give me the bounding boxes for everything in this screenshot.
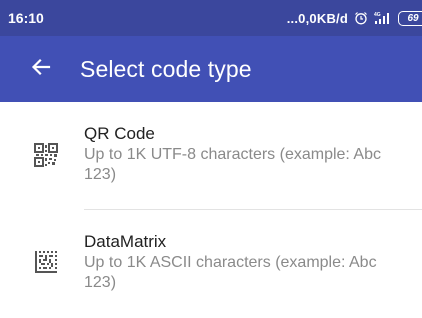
app-bar: Select code type <box>0 36 422 102</box>
battery-icon: 69 <box>398 10 422 26</box>
svg-text:4G: 4G <box>374 12 381 18</box>
status-bar: 16:10 ...0,0KB/d 4G 69 <box>0 0 422 36</box>
list-item-text: QR Code Up to 1K UTF-8 characters (examp… <box>84 124 408 185</box>
back-button[interactable] <box>26 54 56 84</box>
status-time: 16:10 <box>8 10 44 26</box>
list-item-description: Up to 1K UTF-8 characters (example: Abc … <box>84 146 381 183</box>
network-speed: ...0,0KB/d <box>286 10 348 26</box>
list-item-text: DataMatrix Up to 1K ASCII characters (ex… <box>84 232 408 293</box>
signal-icon: 4G <box>374 11 392 25</box>
list-item-qr-code[interactable]: QR Code Up to 1K UTF-8 characters (examp… <box>0 102 422 210</box>
list-item-datamatrix[interactable]: DataMatrix Up to 1K ASCII characters (ex… <box>0 210 422 318</box>
list-item-description: Up to 1K ASCII characters (example: Abc … <box>84 254 377 291</box>
code-type-list: QR Code Up to 1K UTF-8 characters (examp… <box>0 102 422 318</box>
qr-code-icon <box>34 143 58 167</box>
datamatrix-icon <box>34 250 58 274</box>
list-item-title: QR Code <box>84 124 155 143</box>
list-item-title: DataMatrix <box>84 232 167 251</box>
arrow-left-icon <box>31 57 51 82</box>
alarm-icon <box>354 11 368 25</box>
status-icons: ...0,0KB/d 4G 69 <box>287 0 422 36</box>
page-title: Select code type <box>80 55 252 82</box>
